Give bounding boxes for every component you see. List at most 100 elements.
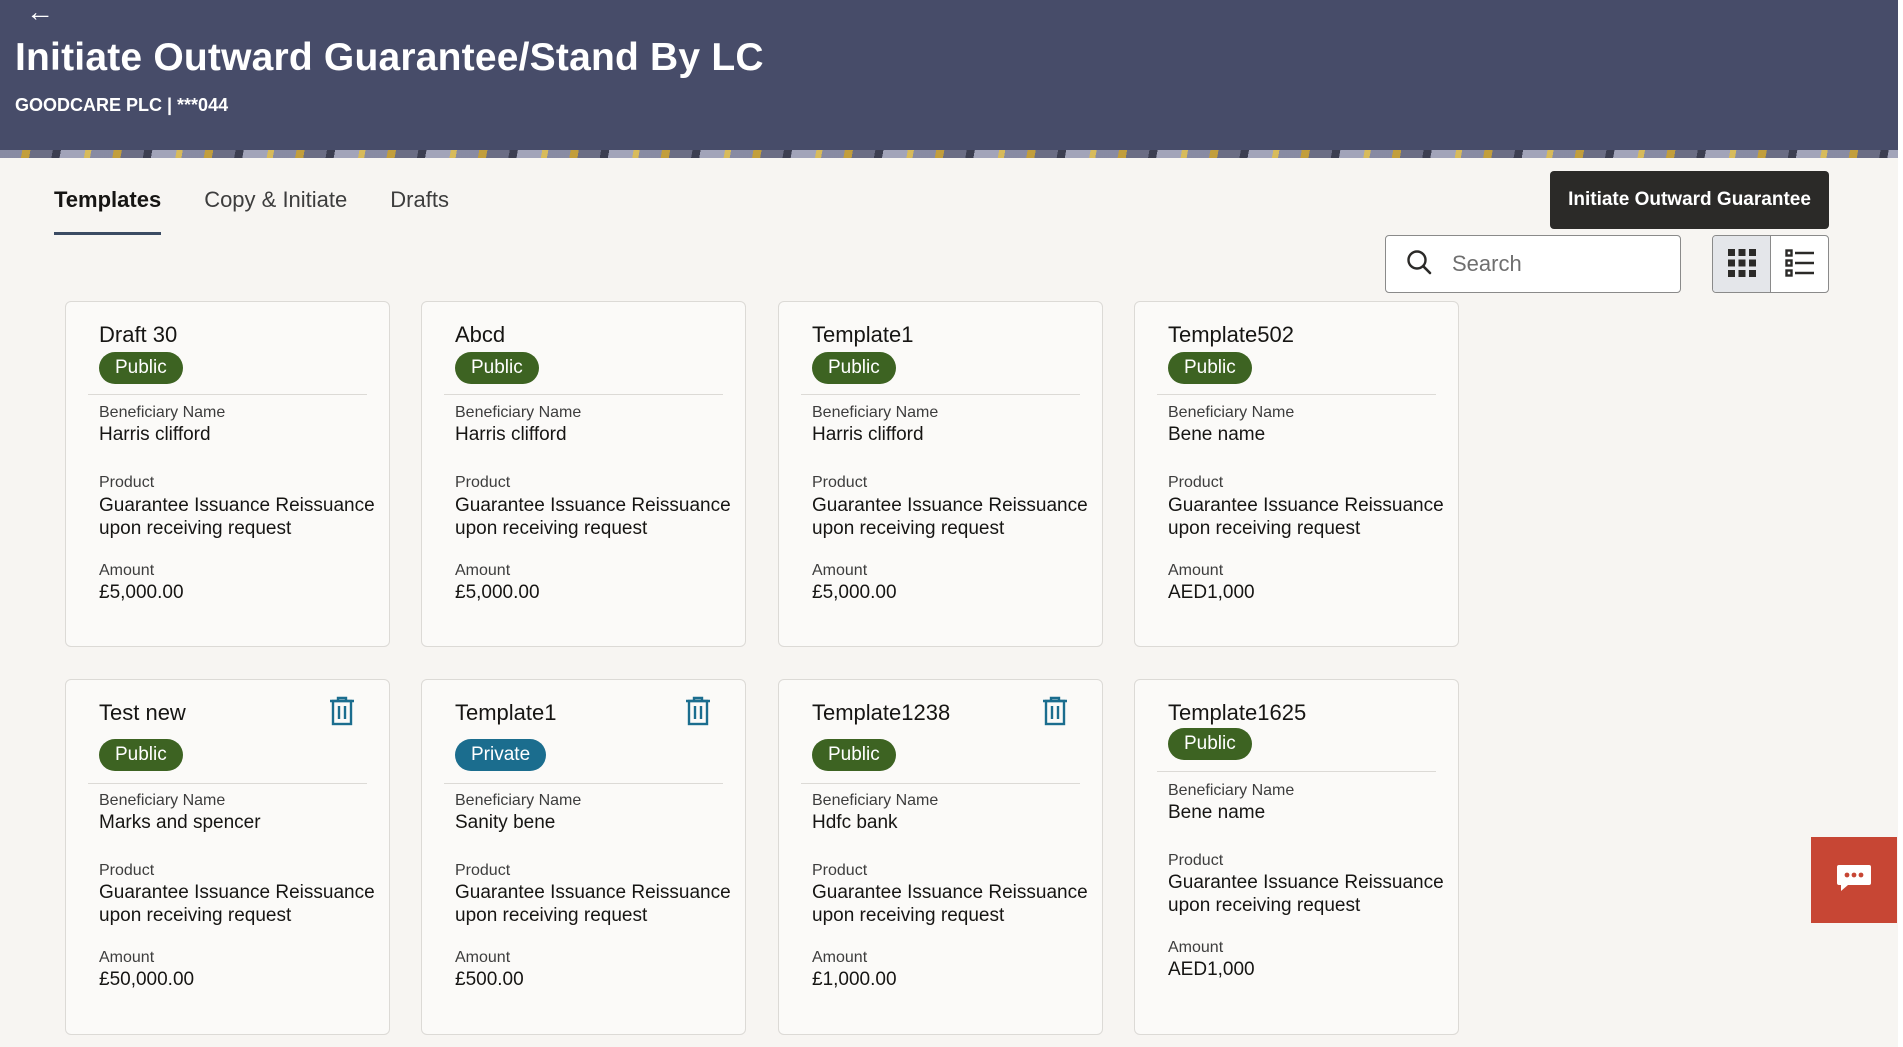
beneficiary-label: Beneficiary Name (455, 792, 582, 809)
page-header: ← Initiate Outward Guarantee/Stand By LC… (0, 0, 1898, 158)
product-value: Guarantee Issuance Reissuance upon recei… (812, 882, 1088, 926)
template-card[interactable]: Template1238 Public Beneficiary Name Hdf… (778, 679, 1103, 1035)
visibility-badge: Public (1168, 728, 1252, 760)
amount-label: Amount (812, 949, 868, 966)
product-label: Product (455, 862, 511, 879)
visibility-badge: Public (455, 352, 539, 384)
product-label: Product (812, 862, 868, 879)
view-toggle (1712, 235, 1829, 293)
card-name: Template502 (1168, 322, 1294, 347)
product-value: Guarantee Issuance Reissuance upon recei… (455, 495, 731, 539)
template-card[interactable]: Template1 Private Beneficiary Name Sanit… (421, 679, 746, 1035)
amount-value: AED1,000 (1168, 582, 1255, 603)
beneficiary-value: Hdfc bank (812, 812, 898, 833)
card-name: Template1625 (1168, 700, 1307, 725)
beneficiary-value: Harris clifford (455, 424, 567, 445)
card-divider (1157, 771, 1436, 772)
card-divider (801, 783, 1080, 784)
tab-templates[interactable]: Templates (54, 187, 162, 235)
beneficiary-label: Beneficiary Name (99, 792, 226, 809)
party-subtitle: GOODCARE PLC | ***044 (15, 95, 229, 115)
beneficiary-label: Beneficiary Name (455, 404, 582, 421)
page-title: Initiate Outward Guarantee/Stand By LC (15, 36, 764, 79)
card-name: Template1238 (812, 700, 951, 725)
amount-label: Amount (455, 949, 511, 966)
trash-icon[interactable] (685, 696, 711, 731)
search-icon (1406, 249, 1432, 280)
product-value: Guarantee Issuance Reissuance upon recei… (455, 882, 731, 926)
template-card[interactable]: Abcd Public Beneficiary Name Harris clif… (421, 301, 746, 647)
tab-copy-initiate[interactable]: Copy & Initiate (204, 187, 347, 235)
amount-value: £5,000.00 (812, 582, 897, 603)
beneficiary-label: Beneficiary Name (812, 792, 939, 809)
beneficiary-label: Beneficiary Name (1168, 404, 1295, 421)
product-label: Product (1168, 474, 1224, 491)
amount-label: Amount (99, 562, 155, 579)
list-view-icon (1784, 248, 1815, 282)
search-input[interactable] (1452, 251, 1652, 277)
beneficiary-value: Bene name (1168, 424, 1266, 445)
visibility-badge: Public (812, 739, 896, 771)
card-divider (801, 394, 1080, 395)
product-label: Product (812, 474, 868, 491)
amount-value: £5,000.00 (455, 582, 540, 603)
template-card[interactable]: Test new Public Beneficiary Name Marks a… (65, 679, 390, 1035)
beneficiary-value: Harris clifford (812, 424, 924, 445)
initiate-outward-guarantee-button[interactable]: Initiate Outward Guarantee (1550, 171, 1829, 229)
amount-label: Amount (1168, 562, 1224, 579)
beneficiary-value: Marks and spencer (99, 812, 261, 833)
card-name: Template1 (455, 700, 557, 725)
search-box[interactable] (1385, 235, 1681, 293)
amount-label: Amount (99, 949, 155, 966)
template-card[interactable]: Draft 30 Public Beneficiary Name Harris … (65, 301, 390, 647)
trash-icon[interactable] (1042, 696, 1068, 731)
visibility-badge: Public (1168, 352, 1252, 384)
window-edge (1898, 0, 1903, 1047)
beneficiary-value: Sanity bene (455, 812, 556, 833)
card-divider (444, 394, 723, 395)
list-view-button[interactable] (1771, 236, 1828, 292)
grid-view-button[interactable] (1713, 236, 1771, 292)
template-card[interactable]: Template1625 Public Beneficiary Name Ben… (1134, 679, 1459, 1035)
card-divider (88, 783, 367, 784)
amount-label: Amount (455, 562, 511, 579)
product-value: Guarantee Issuance Reissuance upon recei… (99, 882, 375, 926)
card-name: Draft 30 (99, 322, 178, 347)
back-arrow-icon[interactable]: ← (26, 0, 54, 26)
visibility-badge: Public (812, 352, 896, 384)
product-label: Product (455, 474, 511, 491)
trash-icon[interactable] (329, 696, 355, 731)
visibility-badge: Public (99, 739, 183, 771)
amount-value: AED1,000 (1168, 959, 1255, 980)
beneficiary-label: Beneficiary Name (99, 404, 226, 421)
card-name: Abcd (455, 322, 506, 347)
visibility-badge: Private (455, 739, 547, 771)
beneficiary-label: Beneficiary Name (812, 404, 939, 421)
product-value: Guarantee Issuance Reissuance upon recei… (1168, 495, 1444, 539)
amount-value: £5,000.00 (99, 582, 184, 603)
grid-view-icon (1727, 248, 1757, 283)
product-value: Guarantee Issuance Reissuance upon recei… (99, 495, 375, 539)
tab-bar: Templates Copy & Initiate Drafts (54, 187, 492, 235)
beneficiary-label: Beneficiary Name (1168, 782, 1295, 799)
template-card[interactable]: Template502 Public Beneficiary Name Bene… (1134, 301, 1459, 647)
product-label: Product (99, 474, 155, 491)
visibility-badge: Public (99, 352, 183, 384)
beneficiary-value: Harris clifford (99, 424, 211, 445)
card-divider (1157, 394, 1436, 395)
product-value: Guarantee Issuance Reissuance upon recei… (812, 495, 1088, 539)
product-value: Guarantee Issuance Reissuance upon recei… (1168, 872, 1444, 916)
amount-value: £500.00 (455, 969, 524, 990)
header-decorative-band (0, 150, 1898, 158)
amount-label: Amount (1168, 939, 1224, 956)
chat-button[interactable] (1811, 837, 1897, 923)
product-label: Product (1168, 852, 1224, 869)
chat-icon (1836, 863, 1872, 898)
tab-drafts[interactable]: Drafts (390, 187, 449, 235)
amount-label: Amount (812, 562, 868, 579)
amount-value: £50,000.00 (99, 969, 195, 990)
card-name: Template1 (812, 322, 914, 347)
template-card[interactable]: Template1 Public Beneficiary Name Harris… (778, 301, 1103, 647)
amount-value: £1,000.00 (812, 969, 897, 990)
card-divider (88, 394, 367, 395)
